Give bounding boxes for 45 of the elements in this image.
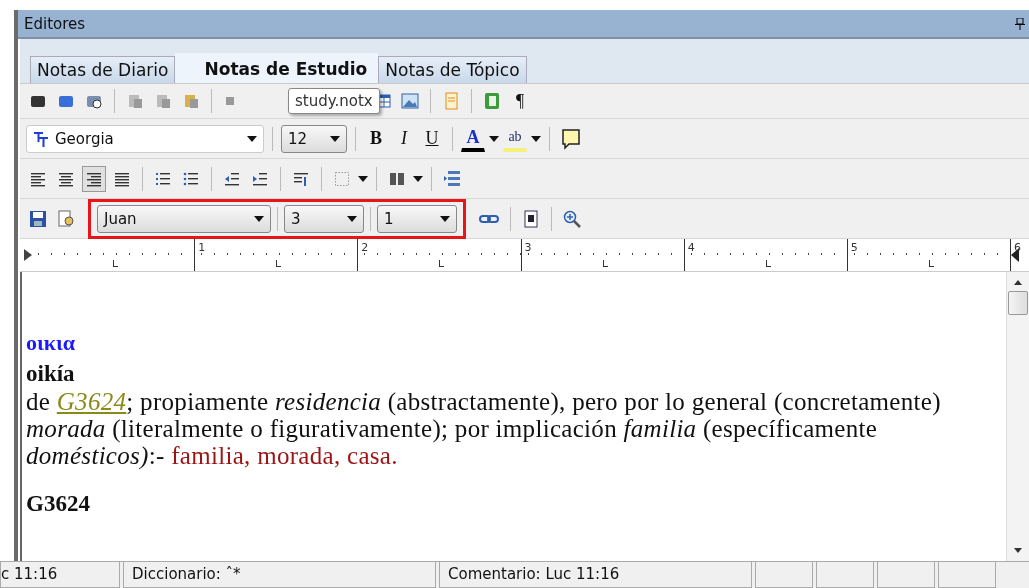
ruler-number: 2: [361, 241, 369, 254]
paragraph-mark-button[interactable]: ¶: [508, 88, 532, 114]
tab[interactable]: Notas de Diario: [30, 56, 176, 83]
tab[interactable]: Notas de Tópico: [378, 56, 527, 83]
caret-icon: [440, 215, 450, 222]
status-pane: Diccionario: ˆ*: [123, 562, 436, 588]
bold-button[interactable]: B: [364, 125, 388, 152]
book-dropdown[interactable]: Juan: [97, 204, 271, 233]
caret-icon[interactable]: [413, 175, 423, 182]
pin-icon[interactable]: [1015, 17, 1025, 30]
font-icon: [33, 130, 49, 147]
caret-icon: [330, 135, 340, 142]
ruler-number: 4: [687, 241, 695, 254]
scroll-up-icon[interactable]: [1014, 280, 1022, 285]
definition-text: de G3624; propiamente residencia (abstractamente), pero por lo general (concretamente) morada (literalmente o figurativamente); por implicación familia (específicamente domésticos):- familia, morada, casa.: [26, 388, 942, 469]
tab[interactable]: Notas de Estudio: [175, 53, 379, 83]
caret-icon[interactable]: [489, 135, 499, 142]
caret-icon: [247, 135, 257, 142]
highlight-button[interactable]: ab: [503, 125, 527, 152]
status-pane: Comentario: Luc 11:16: [439, 562, 752, 588]
font-size-dropdown[interactable]: 12: [281, 124, 347, 153]
caret-icon[interactable]: [358, 175, 368, 182]
tooltip: study.notx: [288, 88, 380, 114]
scroll-down-icon[interactable]: [1014, 548, 1022, 553]
panel-title: Editores: [24, 14, 87, 33]
align-right-icon[interactable]: [82, 165, 106, 192]
ruler-number: 3: [524, 241, 532, 254]
caret-icon: [347, 215, 357, 222]
ruler-number: 5: [850, 241, 858, 254]
status-pane: c 11:16: [0, 562, 120, 588]
underline-button[interactable]: U: [420, 125, 444, 152]
ruler-number: 6: [1014, 241, 1022, 254]
font-color-button[interactable]: A: [461, 125, 485, 152]
scroll-thumb[interactable]: [1008, 291, 1028, 315]
entry-heading: oikía: [26, 360, 76, 388]
italic-button[interactable]: I: [392, 125, 416, 152]
caret-icon[interactable]: [531, 135, 541, 142]
entry-heading: G3624: [26, 491, 91, 517]
caret-icon: [254, 215, 264, 222]
ruler-number: 1: [198, 241, 206, 254]
greek-word: οικια: [26, 330, 77, 356]
verse-dropdown[interactable]: 1: [377, 204, 457, 233]
chapter-dropdown[interactable]: 3: [284, 204, 364, 233]
vertical-scrollbar[interactable]: [1006, 272, 1029, 561]
font-dropdown[interactable]: Georgia: [26, 124, 264, 153]
